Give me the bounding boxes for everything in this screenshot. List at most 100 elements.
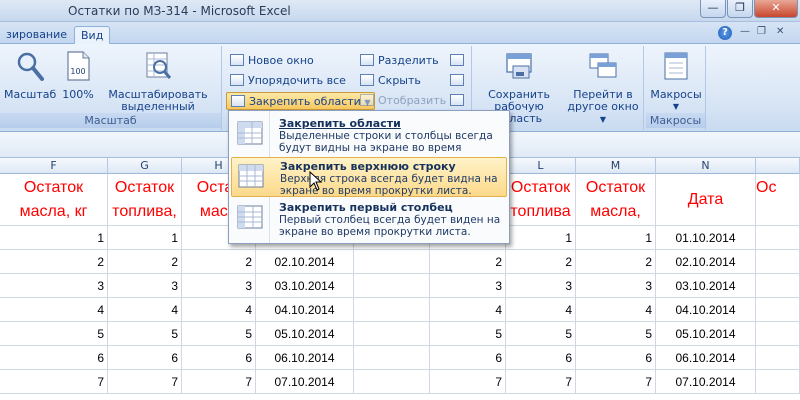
table-cell-o[interactable]	[756, 298, 800, 322]
table-cell-n[interactable]: 03.10.2014	[656, 274, 756, 298]
table-cell-l[interactable]: 5	[506, 322, 576, 346]
table-cell-n[interactable]: 05.10.2014	[656, 322, 756, 346]
table-cell-l[interactable]: 7	[506, 370, 576, 394]
synchronous-scroll-button[interactable]	[450, 72, 468, 90]
freeze-first-column-option[interactable]: Закрепить первый столбец Первый столбец …	[231, 199, 507, 239]
table-cell-o[interactable]	[756, 346, 800, 370]
table-cell-f[interactable]: 4	[0, 298, 108, 322]
restore-button[interactable]: ❐	[727, 0, 753, 18]
close-button[interactable]: ✕	[754, 0, 798, 18]
table-cell-h[interactable]: 7	[182, 370, 256, 394]
table-cell-g[interactable]: 6	[108, 346, 182, 370]
table-cell-o[interactable]	[756, 322, 800, 346]
switch-windows-button[interactable]: Перейти в другое окно ▼	[564, 50, 642, 126]
table-cell-l[interactable]: 3	[506, 274, 576, 298]
help-icon[interactable]: ?	[718, 26, 732, 40]
table-cell-n[interactable]: 01.10.2014	[656, 226, 756, 250]
view-side-by-side-button[interactable]	[450, 52, 468, 70]
column-header-o[interactable]	[756, 158, 800, 174]
table-cell-h[interactable]: 5	[182, 322, 256, 346]
table-cell-k[interactable]: 3	[430, 274, 506, 298]
table-cell-f[interactable]: 5	[0, 322, 108, 346]
table-cell-f[interactable]: 2	[0, 250, 108, 274]
header-cell-m[interactable]: Остаток масла,	[576, 174, 656, 226]
table-cell-m[interactable]: 3	[576, 274, 656, 298]
table-cell-k[interactable]: 5	[430, 322, 506, 346]
table-cell-o[interactable]	[756, 250, 800, 274]
table-cell-g[interactable]: 7	[108, 370, 182, 394]
table-cell-i[interactable]: 05.10.2014	[256, 322, 354, 346]
table-cell-l[interactable]: 4	[506, 298, 576, 322]
table-cell-i[interactable]: 02.10.2014	[256, 250, 354, 274]
table-cell-j[interactable]	[354, 274, 430, 298]
table-cell-n[interactable]: 06.10.2014	[656, 346, 756, 370]
tab-review[interactable]: зирование	[0, 26, 73, 44]
table-cell-m[interactable]: 2	[576, 250, 656, 274]
table-cell-k[interactable]: 6	[430, 346, 506, 370]
table-cell-h[interactable]: 6	[182, 346, 256, 370]
column-header-n[interactable]: N	[656, 158, 756, 174]
table-cell-l[interactable]: 6	[506, 346, 576, 370]
tab-view[interactable]: Вид	[74, 26, 111, 44]
arrange-all-button[interactable]: Упорядочить все	[230, 72, 346, 90]
column-header-l[interactable]: L	[506, 158, 576, 174]
table-cell-j[interactable]	[354, 250, 430, 274]
table-cell-m[interactable]: 6	[576, 346, 656, 370]
table-cell-o[interactable]	[756, 370, 800, 394]
table-cell-k[interactable]: 2	[430, 250, 506, 274]
column-header-m[interactable]: M	[576, 158, 656, 174]
table-cell-i[interactable]: 03.10.2014	[256, 274, 354, 298]
table-cell-m[interactable]: 1	[576, 226, 656, 250]
new-window-button[interactable]: Новое окно	[230, 52, 314, 70]
table-cell-l[interactable]: 2	[506, 250, 576, 274]
macros-button[interactable]: Макросы ▼	[648, 50, 704, 113]
table-cell-h[interactable]: 3	[182, 274, 256, 298]
ribbon-restore-icon[interactable]: ❐	[757, 26, 766, 37]
zoom-button[interactable]: Масштаб	[4, 50, 56, 101]
table-cell-g[interactable]: 2	[108, 250, 182, 274]
freeze-panes-button[interactable]: Закрепить области ▼	[226, 92, 376, 110]
header-cell-f[interactable]: Остаток масла, кг	[0, 174, 108, 226]
ribbon-minimize-icon[interactable]: —	[740, 26, 750, 37]
minimize-button[interactable]: —	[700, 0, 726, 18]
table-cell-g[interactable]: 1	[108, 226, 182, 250]
table-cell-f[interactable]: 3	[0, 274, 108, 298]
table-cell-k[interactable]: 4	[430, 298, 506, 322]
column-header-f[interactable]: F	[0, 158, 108, 174]
table-cell-i[interactable]: 07.10.2014	[256, 370, 354, 394]
table-cell-g[interactable]: 3	[108, 274, 182, 298]
zoom-100-button[interactable]: 100 100%	[58, 50, 98, 101]
header-cell-l[interactable]: Остаток топлива	[506, 174, 576, 226]
table-cell-f[interactable]: 6	[0, 346, 108, 370]
table-cell-i[interactable]: 04.10.2014	[256, 298, 354, 322]
table-cell-g[interactable]: 4	[108, 298, 182, 322]
table-cell-m[interactable]: 7	[576, 370, 656, 394]
freeze-panes-option[interactable]: Закрепить области Выделенные строки и ст…	[231, 115, 507, 166]
table-cell-l[interactable]: 1	[506, 226, 576, 250]
table-cell-n[interactable]: 04.10.2014	[656, 298, 756, 322]
header-cell-o[interactable]: Ос	[756, 174, 800, 226]
table-cell-j[interactable]	[354, 370, 430, 394]
table-cell-n[interactable]: 07.10.2014	[656, 370, 756, 394]
table-cell-m[interactable]: 5	[576, 322, 656, 346]
table-cell-o[interactable]	[756, 274, 800, 298]
column-header-g[interactable]: G	[108, 158, 182, 174]
table-cell-j[interactable]	[354, 298, 430, 322]
freeze-top-row-option[interactable]: Закрепить верхнюю строку Верхняя строка …	[231, 157, 507, 197]
table-cell-i[interactable]: 06.10.2014	[256, 346, 354, 370]
header-cell-g[interactable]: Остаток топлива,	[108, 174, 182, 226]
table-cell-h[interactable]: 2	[182, 250, 256, 274]
table-cell-n[interactable]: 02.10.2014	[656, 250, 756, 274]
unhide-button[interactable]: Отобразить	[360, 92, 446, 110]
split-button[interactable]: Разделить	[360, 52, 439, 70]
hide-button[interactable]: Скрыть	[360, 72, 421, 90]
header-cell-n[interactable]: Дата	[656, 174, 756, 226]
table-cell-m[interactable]: 4	[576, 298, 656, 322]
reset-window-position-button[interactable]	[450, 92, 468, 110]
table-cell-f[interactable]: 7	[0, 370, 108, 394]
table-cell-j[interactable]	[354, 346, 430, 370]
ribbon-close-icon[interactable]: ✕	[776, 26, 784, 37]
table-cell-j[interactable]	[354, 322, 430, 346]
table-cell-h[interactable]: 4	[182, 298, 256, 322]
table-cell-k[interactable]: 7	[430, 370, 506, 394]
